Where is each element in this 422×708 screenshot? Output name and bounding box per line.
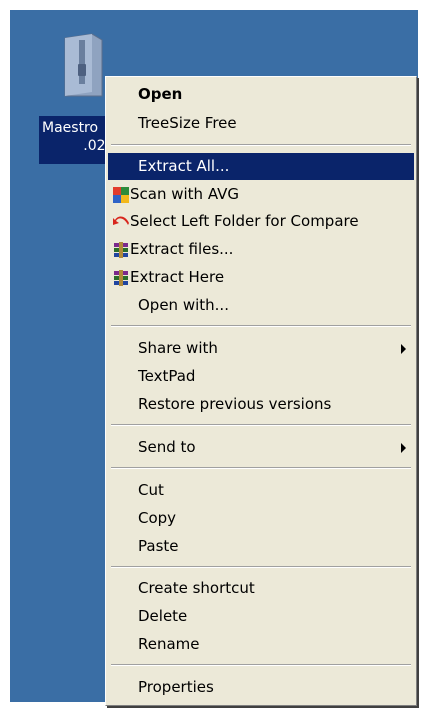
menu-item-label: Select Left Folder for Compare <box>130 212 359 230</box>
menu-item-send-to[interactable]: Send to <box>108 434 414 461</box>
menu-separator <box>111 325 411 327</box>
menu-item-label: Extract Here <box>130 268 225 286</box>
menu-item-open-with[interactable]: Open with... <box>108 292 414 319</box>
menu-item-extract-all[interactable]: Extract All... <box>108 153 414 180</box>
submenu-arrow-icon <box>401 344 406 354</box>
icon-label-line2: .02. <box>83 138 110 154</box>
menu-separator <box>111 467 411 469</box>
submenu-arrow-icon <box>401 443 406 453</box>
menu-item-extract-files[interactable]: Extract files... <box>108 236 414 263</box>
menu-item-rename[interactable]: Rename <box>108 631 414 658</box>
zip-folder-icon[interactable] <box>62 32 106 100</box>
menu-item-cut[interactable]: Cut <box>108 477 414 504</box>
menu-separator <box>111 144 411 146</box>
menu-item-share-with[interactable]: Share with <box>108 335 414 362</box>
winrar-icon <box>114 270 128 286</box>
desktop: Maestro .02. Open TreeSize Free Extract … <box>10 10 418 706</box>
winrar-icon <box>114 242 128 258</box>
menu-item-scan-with-avg[interactable]: Scan with AVG <box>108 181 414 208</box>
menu-item-label: Extract files... <box>130 240 234 258</box>
menu-item-restore-previous-versions[interactable]: Restore previous versions <box>108 391 414 418</box>
menu-item-select-left-folder[interactable]: Select Left Folder for Compare <box>108 208 414 235</box>
desktop-icon-label[interactable]: Maestro .02. <box>39 116 113 164</box>
menu-separator <box>111 566 411 568</box>
menu-item-create-shortcut[interactable]: Create shortcut <box>108 575 414 602</box>
menu-separator <box>111 664 411 666</box>
menu-item-properties[interactable]: Properties <box>108 674 414 701</box>
menu-item-treesize-free[interactable]: TreeSize Free <box>108 110 414 137</box>
menu-item-label: Send to <box>138 438 196 456</box>
menu-item-paste[interactable]: Paste <box>108 533 414 560</box>
avg-icon <box>113 187 129 203</box>
context-menu: Open TreeSize Free Extract All... Scan w… <box>105 76 417 706</box>
menu-item-open[interactable]: Open <box>108 81 414 108</box>
menu-item-extract-here[interactable]: Extract Here <box>108 264 414 291</box>
menu-item-delete[interactable]: Delete <box>108 603 414 630</box>
menu-item-label: Scan with AVG <box>130 185 240 203</box>
menu-item-copy[interactable]: Copy <box>108 505 414 532</box>
compare-arrow-icon <box>113 216 129 225</box>
menu-item-label: Share with <box>138 339 218 357</box>
icon-label-line1: Maestro <box>42 120 99 136</box>
menu-item-textpad[interactable]: TextPad <box>108 363 414 390</box>
menu-separator <box>111 424 411 426</box>
